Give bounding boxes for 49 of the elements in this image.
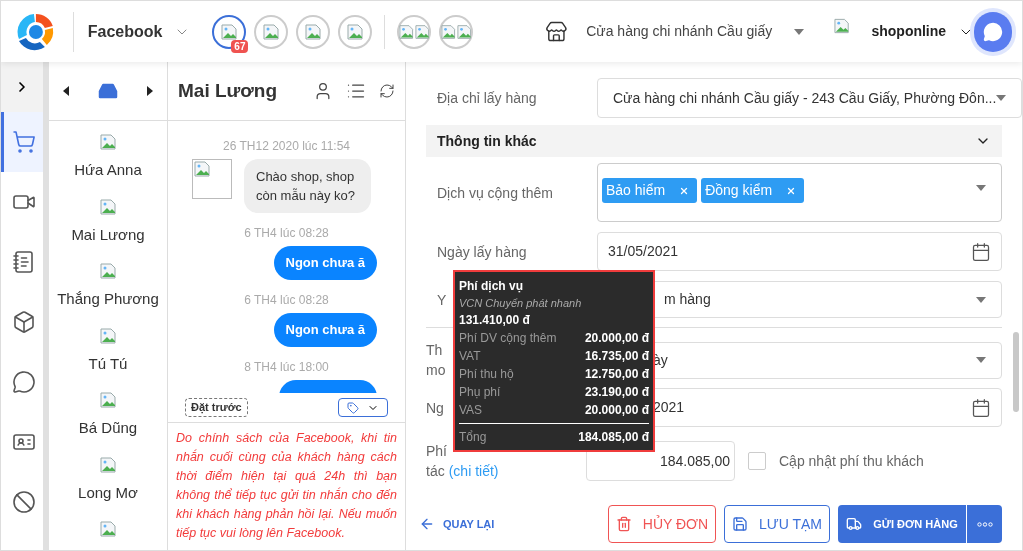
save-draft-button[interactable]: LƯU TẠM xyxy=(724,505,830,543)
field-label: tác xyxy=(426,462,445,481)
outgoing-message: Ngon chưa ă xyxy=(273,246,377,280)
send-order-button[interactable]: GỬI ĐƠN HÀNG xyxy=(838,505,966,543)
fee-value: 20.000,00 đ xyxy=(584,402,649,419)
fee-label: Phí thu hộ xyxy=(459,366,514,383)
checkbox-label: Cập nhật phí thu khách xyxy=(779,451,924,471)
contact-name[interactable]: Thắng Phương xyxy=(57,288,159,311)
field-label: Địa chỉ lấy hàng xyxy=(437,90,537,106)
fee-label: Phí DV cộng thêm xyxy=(459,330,557,347)
incoming-message: Chào shop, shop còn mẫu này ko? xyxy=(244,159,371,213)
fee-label: Phụ phí xyxy=(459,384,501,401)
message-time: 8 TH4 lúc 18:00 xyxy=(243,359,329,376)
cancel-order-button[interactable]: HỦY ĐƠN xyxy=(608,505,716,543)
service-name: VCN Chuyển phát nhanh xyxy=(459,296,583,311)
tooltip-title: Phí dịch vụ xyxy=(459,278,524,295)
store-dropdown[interactable]: Cửa hàng chi nhánh Cầu giấy xyxy=(586,21,805,42)
section-header[interactable]: Thông tin khác xyxy=(426,125,1002,157)
field-label: Dịch vụ cộng thêm xyxy=(437,184,553,201)
service-tag: Đồng kiểm xyxy=(701,178,805,203)
fee-value: 16.735,00 đ xyxy=(584,348,649,365)
message-time: 6 TH4 lúc 08:28 xyxy=(243,292,329,309)
notification-badge: 67 xyxy=(231,39,249,53)
total-label: Tổng xyxy=(459,429,487,446)
policy-notice: Do chính sách của Facebook, khi tin nhắn cuối cùng của khách hàng cách thời điểm hiện tại quá 24h thì bạn không thể tiếp tục gửi tin nhắn cho đến khi khách hàng phản hồi lại. Nếu muốn tiếp tục vui lòng lên Facebook. xyxy=(175,430,398,542)
field-label: Y xyxy=(437,291,447,308)
contact-name[interactable]: Hứa Anna xyxy=(74,159,142,182)
contact-name[interactable]: Tú Tú xyxy=(88,352,128,375)
field-label: Th xyxy=(426,341,443,360)
chat-title: Mai Lương xyxy=(178,78,278,103)
pickup-date-field[interactable]: 31/05/2021 xyxy=(597,232,1002,271)
message-time: 26 TH12 2020 lúc 11:54 xyxy=(222,138,350,155)
message-time: 6 TH4 lúc 08:28 xyxy=(243,225,329,242)
channel-dropdown[interactable]: Facebook xyxy=(87,19,191,44)
service-tag: Bảo hiểm xyxy=(602,178,698,203)
field-label: mo xyxy=(426,361,446,380)
tag-label[interactable]: Đặt trước xyxy=(185,398,248,417)
contact-name[interactable]: Mai Lương xyxy=(71,223,145,246)
fee-label: VAS xyxy=(459,402,483,419)
pickup-address-select[interactable]: Cửa hàng chi nhánh Cầu giấy - 243 Cầu Giấy, Phường Đôn... xyxy=(597,78,1022,118)
fee-label: VAT xyxy=(459,348,481,365)
contact-name[interactable]: Long Mơ xyxy=(78,481,138,504)
field-label: Ng xyxy=(426,399,444,416)
base-fee: 131.410,00 đ xyxy=(459,312,531,329)
field-label: Phí xyxy=(426,442,447,461)
field-label: Ngày lấy hàng xyxy=(437,243,527,260)
back-button[interactable]: QUAY LẠI xyxy=(419,515,495,533)
contact-name[interactable]: Bá Dũng xyxy=(78,417,138,440)
outgoing-message: Ngon chưa ă xyxy=(273,313,377,347)
